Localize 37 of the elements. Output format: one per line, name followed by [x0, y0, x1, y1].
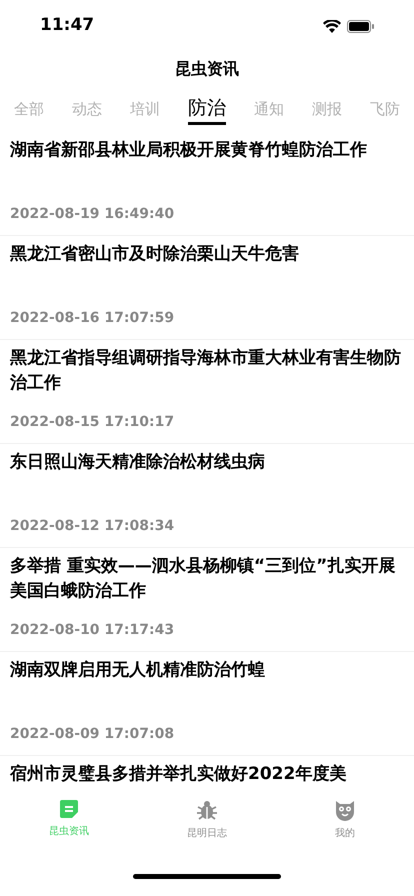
article-date: 2022-08-15 17:10:17	[10, 413, 176, 432]
article-item[interactable]: 东日照山海天精准除治松材线虫病 2022-08-12 17:08:34	[0, 444, 414, 548]
bug-icon	[195, 798, 219, 822]
article-item[interactable]: 黑龙江省密山市及时除治栗山天牛危害 2022-08-16 17:07:59	[0, 236, 414, 340]
tab-bar-item[interactable]: 昆明日志	[138, 798, 276, 841]
page-title: 昆虫资讯	[175, 58, 239, 80]
tab-bar-item[interactable]: 我的	[276, 798, 414, 841]
article-item[interactable]: 黑龙江省指导组调研指导海林市重大林业有害生物防治工作 2022-08-15 17:10:17	[0, 340, 414, 444]
article-date: 2022-08-16 17:07:59	[10, 309, 176, 328]
category-tab[interactable]: 培训	[130, 96, 160, 121]
article-item[interactable]: 湖南省新邵县林业局积极开展黄脊竹蝗防治工作 2022-08-19 16:49:40	[0, 132, 414, 236]
article-date: 2022-08-09 17:07:08	[10, 725, 176, 744]
article-item[interactable]: 宿州市灵璧县多措并举扎实做好2022年度美	[0, 756, 414, 787]
wifi-icon	[323, 20, 341, 32]
article-item[interactable]: 多举措 重实效——泗水县杨柳镇“三到位”扎实开展美国白蛾防治工作 2022-08-10 17:17:43	[0, 548, 414, 652]
document-icon	[58, 798, 80, 820]
article-title: 湖南双牌启用无人机精准防治竹蝗	[10, 659, 266, 682]
status-time: 11:47	[40, 14, 94, 38]
article-date: 2022-08-19 16:49:40	[10, 205, 176, 224]
article-title: 东日照山海天精准除治松材线虫病	[10, 451, 266, 474]
battery-icon	[347, 20, 374, 32]
article-date: 2022-08-10 17:17:43	[10, 621, 176, 640]
owl-icon	[333, 798, 357, 822]
category-tab[interactable]: 全部	[14, 96, 44, 121]
category-tab[interactable]: 测报	[312, 96, 342, 121]
article-date: 2022-08-12 17:08:34	[10, 517, 176, 536]
category-tab[interactable]: 动态	[72, 96, 102, 121]
category-tab[interactable]: 通知	[254, 96, 284, 121]
article-title: 黑龙江省指导组调研指导海林市重大林业有害生物防治工作	[10, 347, 402, 395]
article-item[interactable]: 湖南双牌启用无人机精准防治竹蝗 2022-08-09 17:07:08	[0, 652, 414, 756]
tab-bar-item[interactable]: 昆虫资讯	[0, 798, 138, 839]
article-title: 湖南省新邵县林业局积极开展黄脊竹蝗防治工作	[10, 139, 368, 162]
article-title: 多举措 重实效——泗水县杨柳镇“三到位”扎实开展美国白蛾防治工作	[10, 555, 396, 603]
article-title: 黑龙江省密山市及时除治栗山天牛危害	[10, 243, 300, 266]
category-tab[interactable]: 防治	[188, 96, 226, 125]
category-tab[interactable]: 飞防	[370, 96, 400, 121]
article-title: 宿州市灵璧县多措并举扎实做好2022年度美	[10, 763, 348, 786]
